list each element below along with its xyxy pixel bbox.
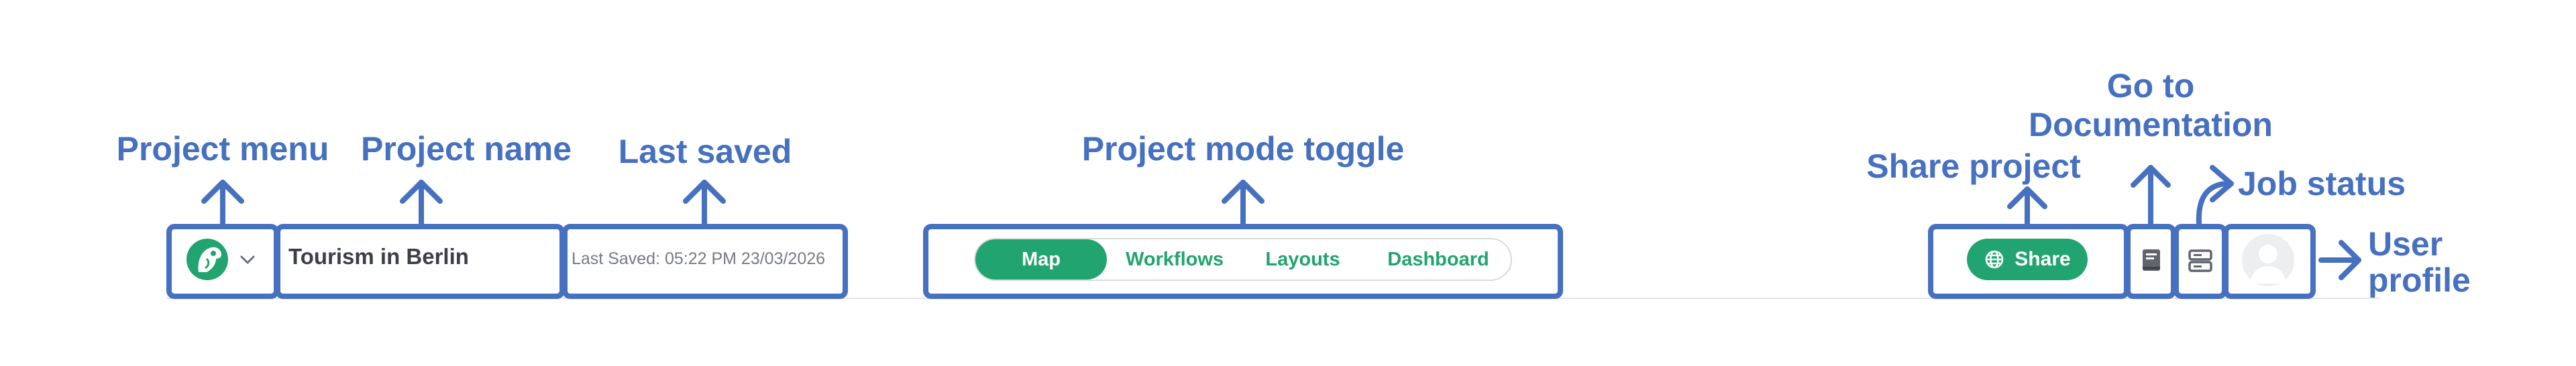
- share-button-label: Share: [2015, 248, 2071, 270]
- annotation-arrows: [201, 165, 2361, 280]
- annotation-project-menu: Project menu: [116, 130, 329, 168]
- share-button[interactable]: Share: [1967, 239, 2088, 280]
- annotation-mode-toggle: Project mode toggle: [1081, 130, 1405, 168]
- arrow-user-profile: [2318, 240, 2361, 280]
- project-name[interactable]: Tourism in Berlin: [288, 244, 469, 269]
- annotation-user-profile-line2: profile: [2368, 261, 2471, 299]
- annotation-documentation-line1: Go to: [2106, 67, 2195, 105]
- annotation-share-project: Share project: [1866, 147, 2081, 185]
- arrow-job-status: [2196, 165, 2234, 227]
- annotation-documentation-line2: Documentation: [2029, 106, 2273, 143]
- user-avatar-icon[interactable]: [2242, 234, 2294, 286]
- annotated-toolbar-screenshot: Project menu Project name Last saved Pro…: [0, 0, 2576, 366]
- arrow-share-project: [2007, 186, 2047, 227]
- parrot-logo-icon[interactable]: [186, 239, 228, 280]
- arrow-last-saved: [683, 180, 726, 227]
- annotation-job-status: Job status: [2238, 165, 2406, 202]
- tab-map[interactable]: Map: [975, 239, 1107, 280]
- globe-icon: [1985, 250, 2004, 269]
- arrow-documentation: [2131, 165, 2171, 227]
- tab-layouts[interactable]: Layouts: [1241, 239, 1364, 280]
- arrow-project-menu: [201, 180, 244, 227]
- tab-dashboard[interactable]: Dashboard: [1366, 239, 1511, 280]
- arrow-project-name: [400, 180, 443, 227]
- chevron-down-icon[interactable]: [237, 249, 258, 269]
- arrow-mode-toggle: [1222, 180, 1265, 227]
- tab-workflows[interactable]: Workflows: [1110, 239, 1240, 280]
- last-saved-timestamp: Last Saved: 05:22 PM 23/03/2026: [572, 249, 826, 268]
- annotation-last-saved: Last saved: [618, 133, 792, 170]
- annotation-project-name: Project name: [360, 130, 572, 168]
- book-icon[interactable]: [2140, 248, 2163, 273]
- server-icon[interactable]: [2188, 249, 2212, 272]
- annotation-user-profile-line1: User: [2368, 225, 2443, 263]
